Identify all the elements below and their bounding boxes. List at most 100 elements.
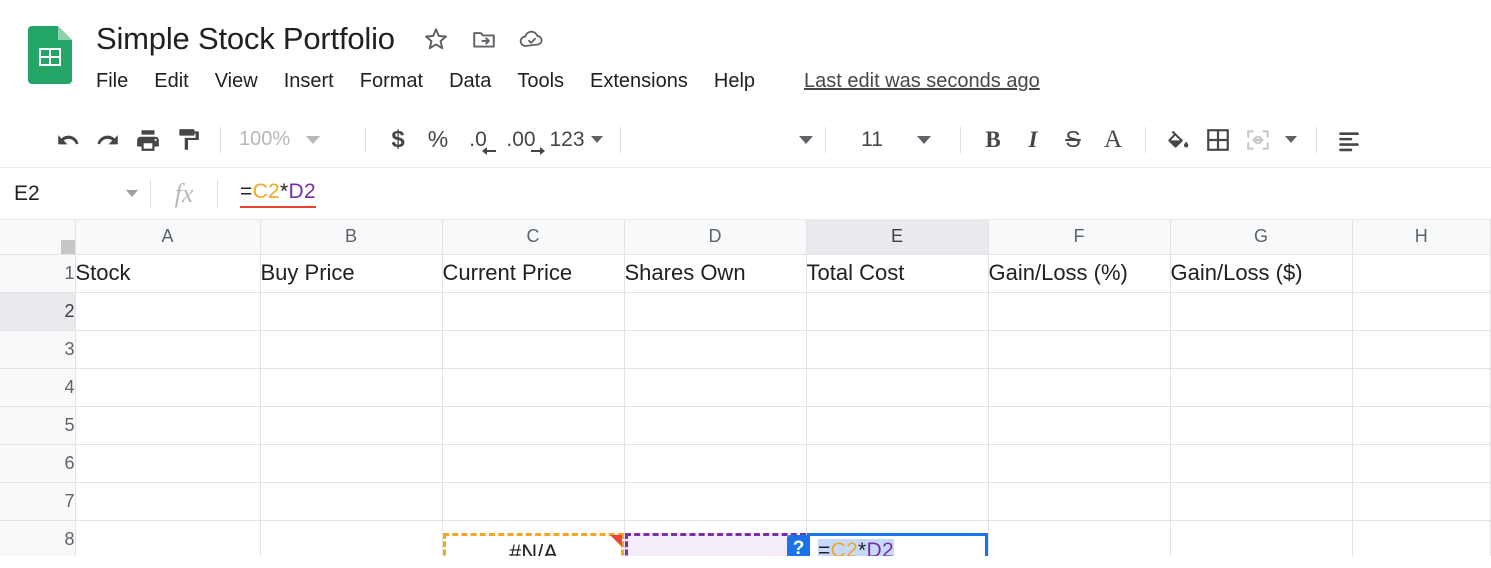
cell-c4[interactable] (442, 368, 625, 407)
cell-b5[interactable] (260, 406, 443, 445)
cell-e7[interactable] (806, 482, 989, 521)
menu-file[interactable]: File (96, 68, 141, 95)
cell-f6[interactable] (988, 444, 1171, 483)
column-header-h[interactable]: H (1352, 220, 1491, 255)
cell-b6[interactable] (260, 444, 443, 483)
strikethrough-button[interactable]: S (1053, 120, 1093, 160)
cell-h1[interactable] (1352, 254, 1491, 293)
cell-a1[interactable]: Stock (75, 254, 261, 293)
cell-a5[interactable] (75, 406, 261, 445)
cell-g3[interactable] (1170, 330, 1353, 369)
column-header-a[interactable]: A (75, 220, 261, 255)
undo-icon[interactable] (48, 120, 88, 160)
cell-f7[interactable] (988, 482, 1171, 521)
horizontal-align-icon[interactable] (1329, 120, 1369, 160)
cell-c6[interactable] (442, 444, 625, 483)
cell-a2[interactable] (75, 292, 261, 331)
increase-decimal-button[interactable]: .00 (498, 120, 545, 160)
cell-f8[interactable] (988, 520, 1171, 556)
font-size-selector[interactable]: 11 (838, 128, 948, 152)
cell-h4[interactable] (1352, 368, 1491, 407)
cell-e2-editor[interactable]: =C2*D2 (807, 533, 988, 556)
print-icon[interactable] (128, 120, 168, 160)
cell-b2[interactable] (260, 292, 443, 331)
cell-a4[interactable] (75, 368, 261, 407)
cell-d2[interactable] (624, 292, 807, 331)
font-family-selector[interactable] (633, 135, 813, 144)
cell-b8[interactable] (260, 520, 443, 556)
cell-g1[interactable]: Gain/Loss ($) (1170, 254, 1353, 293)
cell-h2[interactable] (1352, 292, 1491, 331)
column-header-f[interactable]: F (988, 220, 1171, 255)
cell-a6[interactable] (75, 444, 261, 483)
cell-h6[interactable] (1352, 444, 1491, 483)
formula-help-badge[interactable]: ? (787, 535, 810, 556)
menu-view[interactable]: View (202, 68, 271, 95)
formula-input[interactable]: =C2*D2 (218, 180, 1491, 208)
cell-g4[interactable] (1170, 368, 1353, 407)
cell-c7[interactable] (442, 482, 625, 521)
cell-f5[interactable] (988, 406, 1171, 445)
cell-d6[interactable] (624, 444, 807, 483)
cell-h8[interactable] (1352, 520, 1491, 556)
cell-d5[interactable] (624, 406, 807, 445)
cell-g6[interactable] (1170, 444, 1353, 483)
cell-d4[interactable] (624, 368, 807, 407)
menu-format[interactable]: Format (347, 68, 436, 95)
decrease-decimal-button[interactable]: .0 (458, 120, 498, 160)
menu-help[interactable]: Help (701, 68, 768, 95)
cell-f2[interactable] (988, 292, 1171, 331)
cell-b4[interactable] (260, 368, 443, 407)
select-all-corner[interactable] (0, 220, 76, 255)
cell-h5[interactable] (1352, 406, 1491, 445)
cell-c1[interactable]: Current Price (442, 254, 625, 293)
currency-format-button[interactable]: $ (378, 120, 418, 160)
cloud-saved-icon[interactable] (517, 24, 547, 54)
name-box[interactable]: E2 (0, 182, 150, 206)
cell-b3[interactable] (260, 330, 443, 369)
cell-h7[interactable] (1352, 482, 1491, 521)
cell-d7[interactable] (624, 482, 807, 521)
cell-e4[interactable] (806, 368, 989, 407)
percent-format-button[interactable]: % (418, 120, 458, 160)
row-header-1[interactable]: 1 (0, 254, 76, 293)
cell-e3[interactable] (806, 330, 989, 369)
cell-c2[interactable] (442, 292, 625, 331)
more-formats-button[interactable]: 123 (544, 120, 608, 160)
row-header-4[interactable]: 4 (0, 368, 76, 407)
cell-g2[interactable] (1170, 292, 1353, 331)
cell-g8[interactable] (1170, 520, 1353, 556)
cell-d8[interactable] (624, 520, 807, 556)
row-header-8[interactable]: 8 (0, 520, 76, 556)
merge-options-dropdown[interactable] (1278, 120, 1304, 160)
menu-insert[interactable]: Insert (271, 68, 347, 95)
cell-d3[interactable] (624, 330, 807, 369)
cell-b7[interactable] (260, 482, 443, 521)
spreadsheet-grid[interactable]: A B C D E F G H 1 Stock Buy Price Curren… (0, 220, 1491, 556)
column-header-g[interactable]: G (1170, 220, 1353, 255)
google-sheets-icon[interactable] (28, 26, 72, 84)
row-header-6[interactable]: 6 (0, 444, 76, 483)
row-header-7[interactable]: 7 (0, 482, 76, 521)
menu-edit[interactable]: Edit (141, 68, 201, 95)
text-color-button[interactable]: A (1093, 120, 1133, 160)
cell-c8[interactable] (442, 520, 625, 556)
merge-cells-icon[interactable] (1238, 120, 1278, 160)
row-header-5[interactable]: 5 (0, 406, 76, 445)
last-edit-status[interactable]: Last edit was seconds ago (804, 70, 1040, 93)
row-header-3[interactable]: 3 (0, 330, 76, 369)
cell-e1[interactable]: Total Cost (806, 254, 989, 293)
menu-data[interactable]: Data (436, 68, 504, 95)
star-icon[interactable] (421, 24, 451, 54)
fill-color-icon[interactable] (1158, 120, 1198, 160)
cell-a3[interactable] (75, 330, 261, 369)
cell-c3[interactable] (442, 330, 625, 369)
bold-button[interactable]: B (973, 120, 1013, 160)
column-header-c[interactable]: C (442, 220, 625, 255)
cell-f3[interactable] (988, 330, 1171, 369)
menu-extensions[interactable]: Extensions (577, 68, 701, 95)
cell-a8[interactable] (75, 520, 261, 556)
cell-g7[interactable] (1170, 482, 1353, 521)
column-header-e[interactable]: E (806, 220, 989, 255)
cell-a7[interactable] (75, 482, 261, 521)
